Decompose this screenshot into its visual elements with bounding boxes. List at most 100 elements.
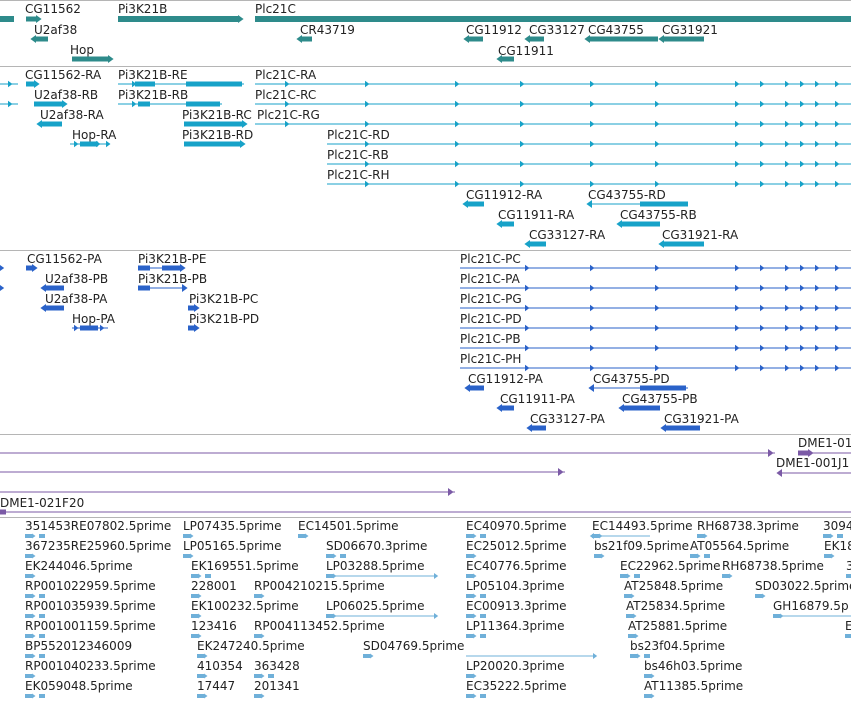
protein-label[interactable]: Plc21C-PH xyxy=(460,352,521,366)
mrna-label[interactable]: CG11911-RA xyxy=(498,208,575,222)
est-label[interactable]: AT25881.5prime xyxy=(628,619,727,633)
est-label[interactable]: LP05104.3prime xyxy=(466,579,565,593)
mrna-label[interactable]: Plc21C-RC xyxy=(255,88,316,102)
protein-label[interactable]: CG43755-PB xyxy=(622,392,698,406)
mrna-label[interactable]: Pi3K21B-RE xyxy=(118,68,188,82)
protein-label[interactable]: Plc21C-PC xyxy=(460,252,521,266)
est-label[interactable]: AT25848.5prime xyxy=(624,579,723,593)
est-label[interactable]: 351453RE07802.5prime xyxy=(25,519,171,533)
est-label[interactable]: EK100232.5prime xyxy=(191,599,299,613)
est-label[interactable]: 3 xyxy=(846,559,851,573)
protein-label[interactable]: CG43755-PD xyxy=(593,372,670,386)
est-label[interactable]: RP001040233.5prime xyxy=(25,659,156,673)
mrna-label[interactable]: CG11912-RA xyxy=(466,188,543,202)
est-label[interactable]: EC00913.3prime xyxy=(466,599,567,613)
est-label[interactable]: E xyxy=(845,619,851,633)
protein-label[interactable]: Pi3K21B-PE xyxy=(138,252,206,266)
est-label[interactable]: AT25834.5prime xyxy=(626,599,725,613)
est-label[interactable]: RP001001159.5prime xyxy=(25,619,156,633)
protein-label[interactable]: Hop-PA xyxy=(72,312,116,326)
est-label[interactable]: 410354 xyxy=(197,659,243,673)
est-label[interactable]: 201341 xyxy=(254,679,300,693)
est-label[interactable]: 123416 xyxy=(191,619,237,633)
mrna-label[interactable]: Plc21C-RB xyxy=(327,148,389,162)
est-label[interactable]: EK244046.5prime xyxy=(25,559,133,573)
protein-label[interactable]: Plc21C-PA xyxy=(460,272,521,286)
gene-label-cg11562[interactable]: CG11562 xyxy=(25,2,81,16)
contig-label[interactable]: DME1-001J1 xyxy=(776,456,849,470)
est-label[interactable]: EC14501.5prime xyxy=(298,519,399,533)
protein-label[interactable]: CG33127-PA xyxy=(530,412,606,426)
est-label[interactable]: EC40776.5prime xyxy=(466,559,567,573)
est-label[interactable]: LP05165.5prime xyxy=(183,539,282,553)
mrna-label[interactable]: CG33127-RA xyxy=(529,228,606,242)
est-label[interactable]: bs23f04.5prime xyxy=(630,639,725,653)
est-label[interactable]: RP001035939.5prime xyxy=(25,599,156,613)
est-label[interactable]: LP03288.5prime xyxy=(326,559,425,573)
est-label[interactable]: SD06670.3prime xyxy=(326,539,427,553)
est-label[interactable]: LP11364.3prime xyxy=(466,619,565,633)
protein-label[interactable]: Plc21C-PB xyxy=(460,332,521,346)
est-label[interactable]: LP20020.3prime xyxy=(466,659,565,673)
est-label[interactable]: EC35222.5prime xyxy=(466,679,567,693)
mrna-label[interactable]: Pi3K21B-RC xyxy=(182,108,252,122)
gene-label-u2af38[interactable]: U2af38 xyxy=(34,23,77,37)
est-label[interactable]: bs46h03.5prime xyxy=(644,659,742,673)
est-label[interactable]: bs21f09.5prime xyxy=(594,539,689,553)
mrna-label[interactable]: CG11562-RA xyxy=(25,68,102,82)
est-label[interactable]: RP001022959.5prime xyxy=(25,579,156,593)
contig-label[interactable]: DME1-021F20 xyxy=(0,496,84,510)
est-label[interactable]: EC14493.5prime xyxy=(592,519,693,533)
protein-label[interactable]: U2af38-PB xyxy=(45,272,108,286)
gene-label-cg11911[interactable]: CG11911 xyxy=(498,44,554,58)
mrna-label[interactable]: Plc21C-RA xyxy=(255,68,317,82)
est-label[interactable]: EC22962.5prime xyxy=(620,559,721,573)
mrna-label[interactable]: Plc21C-RG xyxy=(257,108,320,122)
mrna-label[interactable]: U2af38-RB xyxy=(34,88,98,102)
est-label[interactable]: 3094 xyxy=(823,519,851,533)
gene-label-cg11912[interactable]: CG11912 xyxy=(466,23,522,37)
est-label[interactable]: 228001 xyxy=(191,579,237,593)
est-label[interactable]: EK169551.5prime xyxy=(191,559,299,573)
est-label[interactable]: 363428 xyxy=(254,659,300,673)
protein-label[interactable]: Pi3K21B-PB xyxy=(138,272,207,286)
mrna-label[interactable]: Plc21C-RD xyxy=(327,128,390,142)
est-label[interactable]: GH16879.5p xyxy=(773,599,849,613)
est-label[interactable]: EK059048.5prime xyxy=(25,679,133,693)
gene-label-plc21c[interactable]: Plc21C xyxy=(255,2,296,16)
est-label[interactable]: EC25012.5prime xyxy=(466,539,567,553)
mrna-label[interactable]: CG31921-RA xyxy=(662,228,739,242)
est-label[interactable]: EK247240.5prime xyxy=(197,639,305,653)
est-label[interactable]: RP004113452.5prime xyxy=(254,619,385,633)
est-label[interactable]: EC40970.5prime xyxy=(466,519,567,533)
est-label[interactable]: 367235RE25960.5prime xyxy=(25,539,171,553)
mrna-label[interactable]: Hop-RA xyxy=(72,128,117,142)
protein-label[interactable]: U2af38-PA xyxy=(45,292,108,306)
gene-label-cg33127[interactable]: CG33127 xyxy=(529,23,585,37)
protein-label[interactable]: CG11911-PA xyxy=(500,392,576,406)
est-label[interactable]: LP06025.5prime xyxy=(326,599,425,613)
protein-label[interactable]: CG11912-PA xyxy=(468,372,544,386)
est-label[interactable]: EK18 xyxy=(824,539,851,553)
est-label[interactable]: 17447 xyxy=(197,679,235,693)
est-label[interactable]: LP07435.5prime xyxy=(183,519,282,533)
mrna-label[interactable]: U2af38-RA xyxy=(40,108,104,122)
mrna-label[interactable]: Plc21C-RH xyxy=(327,168,390,182)
est-label[interactable]: SD04769.5prime xyxy=(363,639,464,653)
est-label[interactable]: BP552012346009 xyxy=(25,639,132,653)
est-label[interactable]: RH68738.5prime xyxy=(722,559,824,573)
contig-label[interactable]: DME1-01 xyxy=(798,436,851,450)
mrna-label[interactable]: Pi3K21B-RD xyxy=(182,128,253,142)
protein-label[interactable]: Pi3K21B-PC xyxy=(189,292,258,306)
mrna-label[interactable]: CG43755-RD xyxy=(588,188,666,202)
gene-label-hop[interactable]: Hop xyxy=(70,43,94,57)
est-label[interactable]: AT05564.5prime xyxy=(690,539,789,553)
gene-label-pi3k21b[interactable]: Pi3K21B xyxy=(118,2,167,16)
protein-label[interactable]: Plc21C-PG xyxy=(460,292,522,306)
est-label[interactable]: RP004210215.5prime xyxy=(254,579,385,593)
protein-label[interactable]: CG31921-PA xyxy=(664,412,740,426)
protein-label[interactable]: CG11562-PA xyxy=(27,252,103,266)
protein-label[interactable]: Pi3K21B-PD xyxy=(189,312,259,326)
protein-label[interactable]: Plc21C-PD xyxy=(460,312,522,326)
est-label[interactable]: RH68738.3prime xyxy=(697,519,799,533)
